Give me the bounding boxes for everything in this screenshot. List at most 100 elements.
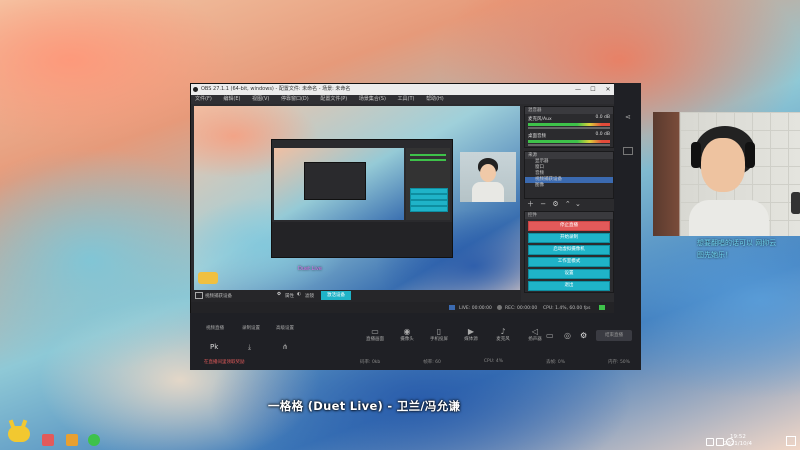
eye-icon[interactable]: ◎: [564, 331, 571, 340]
track-db: 0.0 dB: [595, 132, 610, 137]
stat-memory: 内存: 50%: [608, 360, 630, 365]
download-icon[interactable]: ⤓: [248, 343, 251, 352]
stop-streaming-button[interactable]: 停止直播: [528, 221, 610, 231]
close-button[interactable]: ✕: [601, 84, 615, 95]
obs-titlebar[interactable]: OBS 27.1.1 (64-bit, windows) - 配置文件: 未命名…: [191, 84, 615, 95]
audio-meter: [528, 140, 610, 143]
preview-sticker-icon: [198, 272, 218, 284]
properties-gear-icon[interactable]: ⚙: [277, 292, 281, 297]
stat-dropped: 丢帧: 0%: [545, 360, 566, 365]
track-db: 0.0 dB: [595, 115, 610, 120]
track-name: 麦克风/Aux: [528, 117, 552, 122]
live-indicator-icon: [449, 305, 455, 310]
menu-tools[interactable]: 工具(T): [398, 96, 415, 102]
filter-icon[interactable]: ◐: [297, 292, 301, 297]
layout-icon[interactable]: ▭: [546, 331, 554, 340]
tool-label: 直播画面: [366, 337, 384, 342]
settings-button[interactable]: 设置: [528, 269, 610, 279]
menu-file[interactable]: 文件(F): [195, 96, 212, 102]
volume-slider[interactable]: [528, 144, 610, 146]
taskbar-clock[interactable]: 19:52 2021/10/4: [724, 434, 752, 448]
tool-phone[interactable]: ▯ 手机投屏: [424, 327, 454, 342]
controls-title: 控件: [525, 212, 613, 219]
menu-profile[interactable]: 配置文件(P): [320, 96, 347, 102]
song-caption: 一格格 (Duet Live) - 卫兰/冯允谦: [268, 399, 461, 413]
nested-preview: [274, 148, 404, 220]
remove-icon[interactable]: −: [540, 200, 546, 208]
window-icon[interactable]: [623, 147, 633, 155]
stat-bitrate: 码率: 0kb: [360, 360, 381, 365]
end-live-button[interactable]: 结束直播: [596, 330, 632, 341]
tool-label: 手机投屏: [430, 337, 448, 342]
tool-camera[interactable]: ◉ 摄像头: [392, 327, 422, 342]
tool-mic[interactable]: ♪ 麦克风: [488, 327, 518, 342]
stat-fps: 帧率: 60: [423, 360, 441, 365]
activate-device-button[interactable]: 激活设备: [321, 291, 351, 300]
pk-icon[interactable]: Pk: [210, 343, 218, 351]
maximize-button[interactable]: ☐: [586, 84, 600, 95]
menu-scene-collection[interactable]: 场景集合(S): [359, 96, 386, 102]
filters-button[interactable]: 滤镜: [305, 293, 314, 299]
mascot-sticker: [4, 419, 34, 444]
app-tab-advanced[interactable]: 高级设置: [276, 325, 294, 331]
settings-gear-icon[interactable]: ⚙: [580, 331, 587, 340]
tray-icon[interactable]: [706, 438, 714, 446]
tray-icon[interactable]: [716, 438, 724, 446]
share-icon[interactable]: ⋖: [625, 113, 631, 121]
nested-toolbar: [272, 222, 452, 257]
headphone-left-icon: [691, 142, 701, 168]
nested-docks: [406, 148, 450, 220]
app-stats: 码率: 0kb 帧率: 60 CPU: 4% 丢帧: 0% 内存: 50%: [360, 359, 630, 365]
obs-docks: 混音器 麦克风/Aux 0.0 dB 桌面音频 0.0 dB 来源 显示器 窗口…: [524, 106, 614, 293]
taskbar-app-icon[interactable]: [66, 434, 78, 446]
face: [701, 138, 745, 192]
audio-track-desktop: 桌面音频 0.0 dB: [525, 131, 613, 148]
clock-time: 19:52: [729, 434, 746, 440]
preview-webcam: [460, 152, 516, 202]
source-item[interactable]: 图像: [525, 183, 613, 189]
menu-help[interactable]: 帮助(H): [426, 96, 444, 102]
obs-title: OBS 27.1.1 (64-bit, windows) - 配置文件: 未命名…: [201, 86, 351, 92]
sources-toolbar: ＋ − ⚙ ⌃ ⌄: [524, 199, 614, 209]
sources-title: 来源: [525, 152, 613, 159]
tool-screen[interactable]: ▭ 直播画面: [360, 327, 390, 342]
volume-slider[interactable]: [528, 127, 610, 129]
studio-mode-button[interactable]: 工作室模式: [528, 257, 610, 267]
app-banner[interactable]: 在直播间里领取奖励: [204, 359, 245, 365]
obs-window: OBS 27.1.1 (64-bit, windows) - 配置文件: 未命名…: [190, 83, 616, 315]
controls-dock: 控件 停止直播 开始录制 启动虚拟摄像机 工作室模式 设置 退出: [524, 211, 614, 293]
nested-obs-window: [271, 139, 453, 258]
properties-button[interactable]: 属性: [285, 293, 294, 299]
wechat-icon[interactable]: [88, 434, 100, 446]
app-tab-live[interactable]: 视频直播: [206, 325, 224, 331]
move-up-icon[interactable]: ⌃: [565, 200, 571, 208]
gear-icon[interactable]: ⚙: [552, 200, 558, 208]
mixer-title: 混音器: [525, 107, 613, 114]
preview-caption: Duet Live: [298, 266, 322, 272]
danmu-message: 想要翻唱的话可以 网抑云: [697, 239, 777, 247]
shirt: [689, 200, 769, 236]
taskbar-app-icon[interactable]: [42, 434, 54, 446]
start-recording-button[interactable]: 开始录制: [528, 233, 610, 243]
virtual-camera-button[interactable]: 启动虚拟摄像机: [528, 245, 610, 255]
danmu-message: 图先她乐！: [697, 251, 732, 259]
menu-view[interactable]: 视图(V): [252, 96, 269, 102]
tool-label: 扬声器: [528, 337, 542, 342]
tool-media[interactable]: ▶ 媒体源: [456, 327, 486, 342]
cpu-fps: CPU: 1.4%, 60.00 fps: [543, 306, 591, 311]
nested-inner-window: [304, 162, 366, 200]
obs-preview[interactable]: Duet Live: [194, 106, 520, 290]
notification-icon[interactable]: [786, 436, 796, 446]
menu-docks[interactable]: 停靠窗口(D): [281, 96, 309, 102]
share-tool-icon[interactable]: ⋔: [282, 343, 288, 351]
add-icon[interactable]: ＋: [527, 200, 534, 208]
webcam-feed: [653, 112, 800, 236]
capture-device-icon: [195, 292, 203, 299]
move-down-icon[interactable]: ⌄: [575, 200, 581, 208]
app-tab-record[interactable]: 录制设置: [242, 325, 260, 331]
clock-date: 2021/10/4: [723, 441, 752, 447]
exit-button[interactable]: 退出: [528, 281, 610, 291]
menu-edit[interactable]: 编辑(E): [223, 96, 240, 102]
minimize-button[interactable]: —: [571, 84, 585, 95]
app-side-strip: ⋖: [614, 83, 641, 313]
